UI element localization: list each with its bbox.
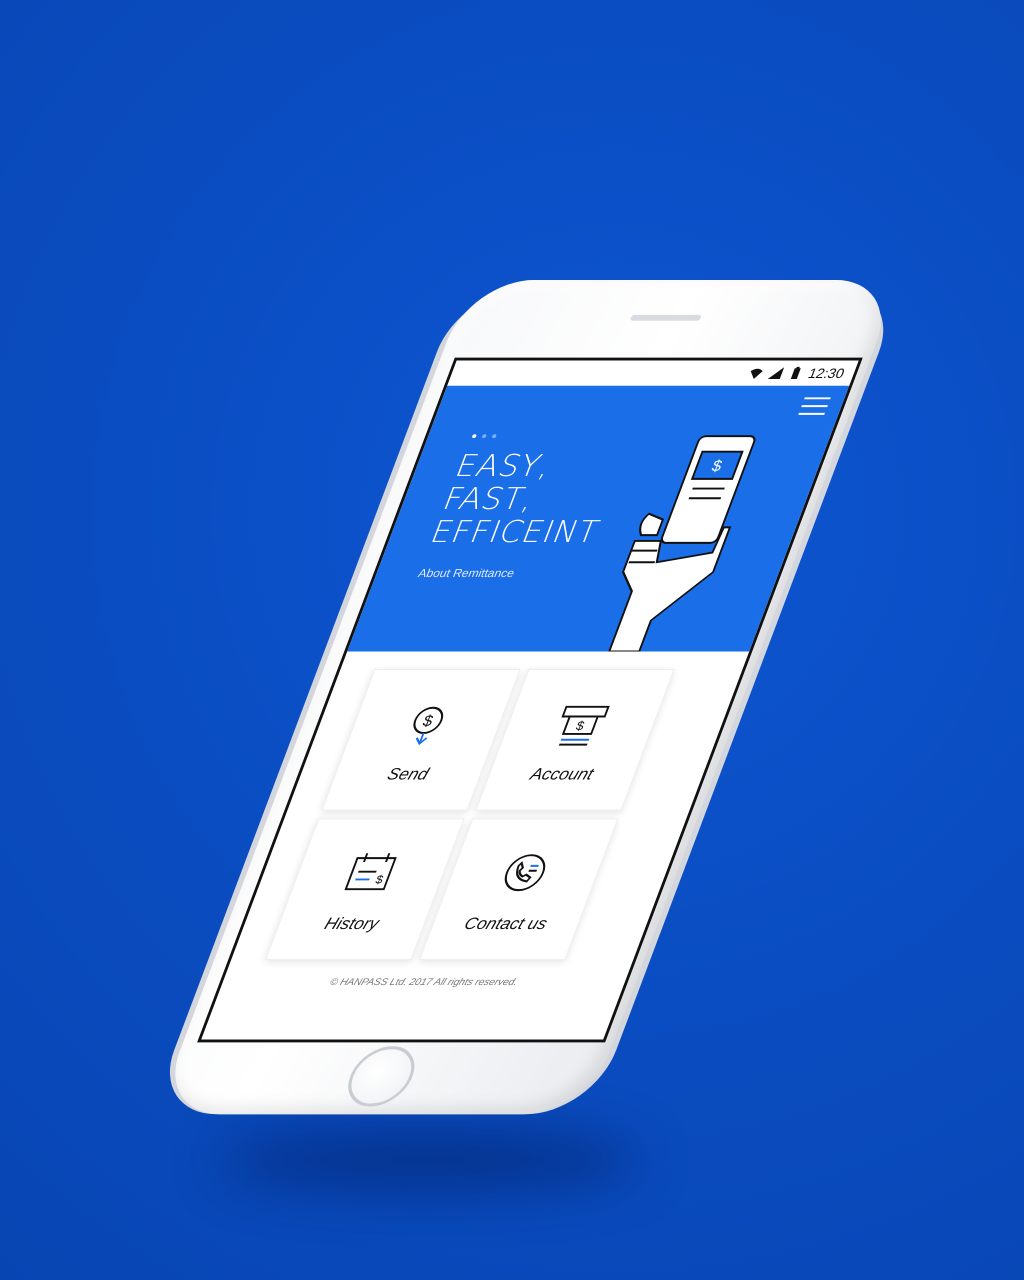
app-screen: 12:30 EASY, FAST, EFFICEINT About Remitt… (197, 357, 863, 1043)
carousel-dot[interactable] (471, 434, 477, 439)
background: 12:30 EASY, FAST, EFFICEINT About Remitt… (0, 0, 1024, 1280)
status-time: 12:30 (805, 365, 847, 381)
send-label: Send (384, 765, 432, 784)
carousel-dot[interactable] (481, 434, 487, 439)
hero-title-line: EFFICEINT (425, 514, 605, 550)
contact-phone-icon (504, 854, 546, 892)
wifi-icon (750, 368, 763, 379)
svg-text:$: $ (374, 873, 386, 886)
hero-title-line: FAST, (437, 481, 541, 517)
account-atm-icon: $ (558, 705, 610, 746)
carousel-dot[interactable] (491, 434, 497, 439)
send-money-icon: $ (413, 706, 444, 746)
phone-mockup: 12:30 EASY, FAST, EFFICEINT About Remitt… (0, 0, 1024, 1280)
copyright-text: © HANPASS Ltd. 2017 All rights reserved. (328, 977, 520, 989)
account-label: Account (527, 765, 597, 784)
status-bar: 12:30 (447, 360, 859, 386)
hero-title: EASY, FAST, EFFICEINT (425, 448, 629, 550)
signal-icon (767, 367, 785, 379)
carousel-dots (471, 434, 497, 439)
hero-title-line: EASY, (450, 448, 558, 484)
battery-icon (790, 366, 801, 379)
hamburger-menu-icon[interactable] (798, 395, 832, 416)
speaker-grille (629, 314, 702, 321)
history-label: History (321, 914, 382, 933)
history-calendar-icon: $ (344, 853, 397, 891)
app-header (431, 385, 850, 427)
hero-banner[interactable]: EASY, FAST, EFFICEINT About Remittance $ (347, 426, 834, 652)
about-remittance-link[interactable]: About Remittance (416, 566, 517, 580)
contact-label: Contact us (461, 914, 550, 933)
svg-text:$: $ (420, 713, 435, 730)
phone-device: 12:30 EASY, FAST, EFFICEINT About Remitt… (150, 280, 904, 1115)
menu-grid: $ Send $ Account $ History Contact us (265, 668, 675, 960)
